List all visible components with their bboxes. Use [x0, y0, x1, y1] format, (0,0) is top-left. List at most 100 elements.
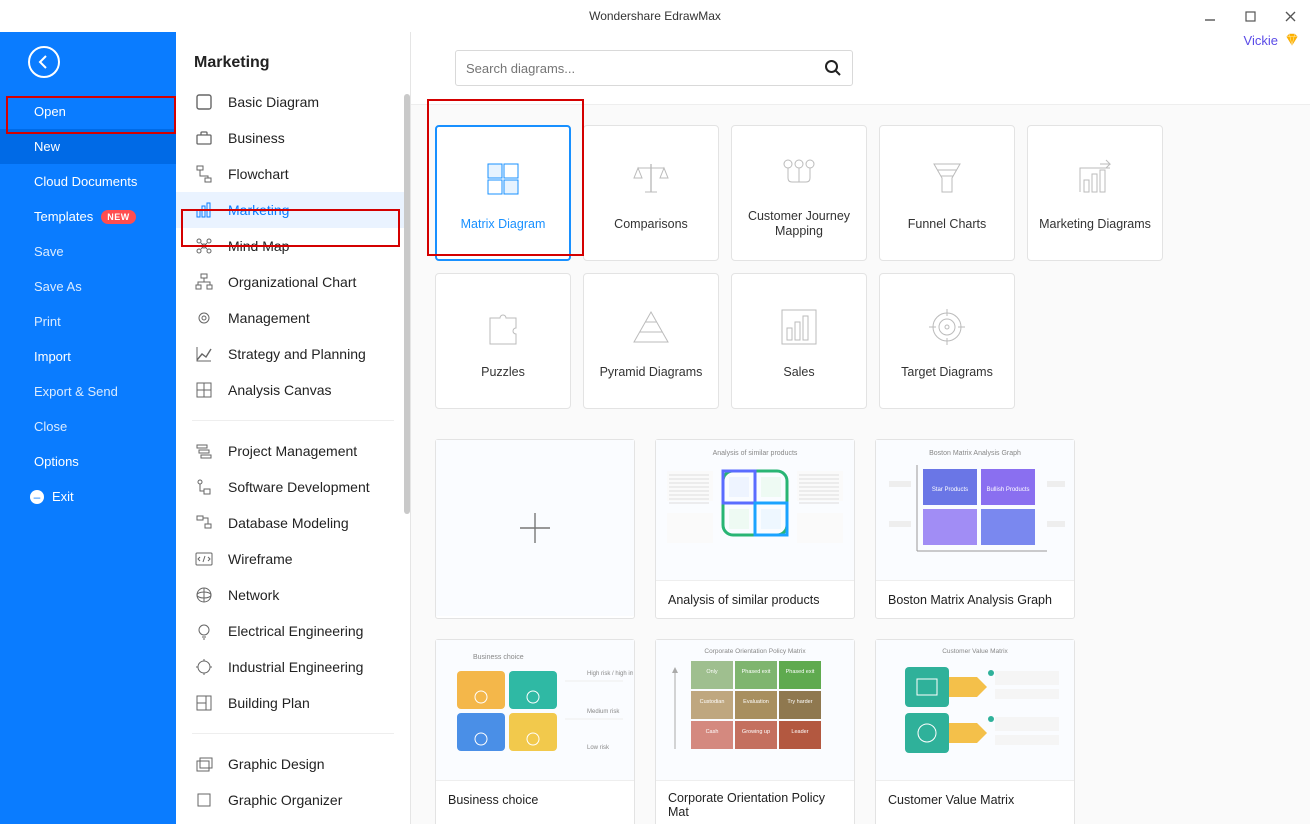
category-network[interactable]: Network: [176, 577, 410, 613]
category-marketing[interactable]: Marketing: [176, 192, 410, 228]
exit-label: Exit: [52, 489, 74, 504]
flow-icon: [194, 164, 214, 184]
category-label: Business: [228, 130, 285, 146]
nav-import[interactable]: Import: [0, 339, 176, 374]
search-box[interactable]: [455, 50, 853, 86]
category-strategy-and-planning[interactable]: Strategy and Planning: [176, 336, 410, 372]
category-flowchart[interactable]: Flowchart: [176, 156, 410, 192]
category-analysis-canvas[interactable]: Analysis Canvas: [176, 372, 410, 408]
window-controls: [1190, 0, 1310, 32]
template-analysis-of-similar-products[interactable]: Analysis of similar productsAnalysis of …: [655, 439, 855, 619]
nav-export-send[interactable]: Export & Send: [0, 374, 176, 409]
svg-text:Customer Value Matrix: Customer Value Matrix: [942, 648, 1008, 655]
nav-close[interactable]: Close: [0, 409, 176, 444]
minimize-button[interactable]: [1190, 0, 1230, 32]
svg-text:Try harder: Try harder: [787, 699, 812, 705]
nav-print[interactable]: Print: [0, 304, 176, 339]
matrix-icon: [479, 155, 527, 203]
category-basic-diagram[interactable]: Basic Diagram: [176, 84, 410, 120]
scrollbar-thumb[interactable]: [404, 94, 410, 514]
category-management[interactable]: Management: [176, 300, 410, 336]
nav-options[interactable]: Options: [0, 444, 176, 479]
category-business[interactable]: Business: [176, 120, 410, 156]
template-corporate-orientation-policy-mat[interactable]: Corporate Orientation Policy MatrixOnlyP…: [655, 639, 855, 824]
nav-save[interactable]: Save: [0, 234, 176, 269]
exit-button[interactable]: – Exit: [0, 479, 176, 514]
template-caption: Corporate Orientation Policy Mat: [656, 780, 854, 824]
template-caption: Business choice: [436, 780, 634, 818]
close-button[interactable]: [1270, 0, 1310, 32]
tile-comparisons[interactable]: Comparisons: [583, 125, 719, 261]
svg-text:Phased exit: Phased exit: [786, 669, 815, 675]
net-icon: [194, 585, 214, 605]
org2-icon: [194, 790, 214, 810]
nav-cloud-documents[interactable]: Cloud Documents: [0, 164, 176, 199]
svg-text:Growing up: Growing up: [742, 729, 770, 735]
tile-target-diagrams[interactable]: Target Diagrams: [879, 273, 1015, 409]
category-software-development[interactable]: Software Development: [176, 469, 410, 505]
category-label: Project Management: [228, 443, 357, 459]
user-name: Vickie: [1244, 33, 1278, 48]
nav-save-as[interactable]: Save As: [0, 269, 176, 304]
tile-label: Sales: [783, 365, 814, 380]
template-thumbnail: [436, 440, 634, 616]
scale-icon: [627, 155, 675, 203]
app-title: Wondershare EdrawMax: [589, 9, 721, 23]
category-label: Building Plan: [228, 695, 310, 711]
mind-icon: [194, 236, 214, 256]
journey-icon: [775, 147, 823, 195]
nav-templates[interactable]: TemplatesNEW: [0, 199, 176, 234]
template-boston-matrix-analysis-graph[interactable]: Boston Matrix Analysis GraphStar Product…: [875, 439, 1075, 619]
arrow-left-icon: [36, 54, 52, 70]
nav-new[interactable]: New: [0, 129, 176, 164]
template-caption: Customer Value Matrix: [876, 780, 1074, 818]
template-thumbnail: Analysis of similar products: [656, 440, 854, 580]
back-button[interactable]: [28, 46, 60, 78]
tile-matrix-diagram[interactable]: Matrix Diagram: [435, 125, 571, 261]
user-badge[interactable]: Vickie: [1244, 32, 1300, 48]
category-graphic-organizer[interactable]: Graphic Organizer: [176, 782, 410, 818]
category-label: Marketing: [228, 202, 289, 218]
category-project-management[interactable]: Project Management: [176, 433, 410, 469]
category-graphic-design[interactable]: Graphic Design: [176, 746, 410, 782]
tile-puzzles[interactable]: Puzzles: [435, 273, 571, 409]
svg-text:Bullish Products: Bullish Products: [986, 487, 1029, 493]
tile-customer-journey-mapping[interactable]: Customer Journey Mapping: [731, 125, 867, 261]
category-title: Marketing: [176, 32, 410, 84]
tile-pyramid-diagrams[interactable]: Pyramid Diagrams: [583, 273, 719, 409]
template-grid: Analysis of similar productsAnalysis of …: [435, 439, 1290, 824]
nav-label: Print: [34, 314, 61, 329]
search-input[interactable]: [466, 61, 824, 76]
maximize-button[interactable]: [1230, 0, 1270, 32]
svg-text:Low risk: Low risk: [587, 745, 610, 751]
category-label: Industrial Engineering: [228, 659, 363, 675]
tile-marketing-diagrams[interactable]: Marketing Diagrams: [1027, 125, 1163, 261]
nav-label: Open: [34, 104, 66, 119]
category-label: Management: [228, 310, 310, 326]
svg-text:Leader: Leader: [791, 729, 808, 735]
category-building-plan[interactable]: Building Plan: [176, 685, 410, 721]
template-customer-value-matrix[interactable]: Customer Value Matrix Customer Value Matr…: [875, 639, 1075, 824]
tile-funnel-charts[interactable]: Funnel Charts: [879, 125, 1015, 261]
flow2-icon: [194, 477, 214, 497]
plan-icon: [194, 693, 214, 713]
category-organizational-chart[interactable]: Organizational Chart: [176, 264, 410, 300]
grid-icon: [194, 380, 214, 400]
plus-icon: [518, 511, 552, 545]
tile-sales[interactable]: Sales: [731, 273, 867, 409]
template-business-choice[interactable]: Business choiceHigh risk / high impactMe…: [435, 639, 635, 824]
template-thumbnail: Customer Value Matrix: [876, 640, 1074, 780]
category-mind-map[interactable]: Mind Map: [176, 228, 410, 264]
nav-open[interactable]: Open: [0, 94, 176, 129]
template-blank[interactable]: [435, 439, 635, 619]
category-label: Analysis Canvas: [228, 382, 332, 398]
category-electrical-engineering[interactable]: Electrical Engineering: [176, 613, 410, 649]
svg-text:Custodian: Custodian: [700, 699, 725, 705]
bulb-icon: [194, 621, 214, 641]
category-database-modeling[interactable]: Database Modeling: [176, 505, 410, 541]
category-wireframe[interactable]: Wireframe: [176, 541, 410, 577]
category-industrial-engineering[interactable]: Industrial Engineering: [176, 649, 410, 685]
tile-label: Matrix Diagram: [461, 217, 546, 232]
tile-label: Puzzles: [481, 365, 525, 380]
new-badge: NEW: [101, 210, 136, 224]
